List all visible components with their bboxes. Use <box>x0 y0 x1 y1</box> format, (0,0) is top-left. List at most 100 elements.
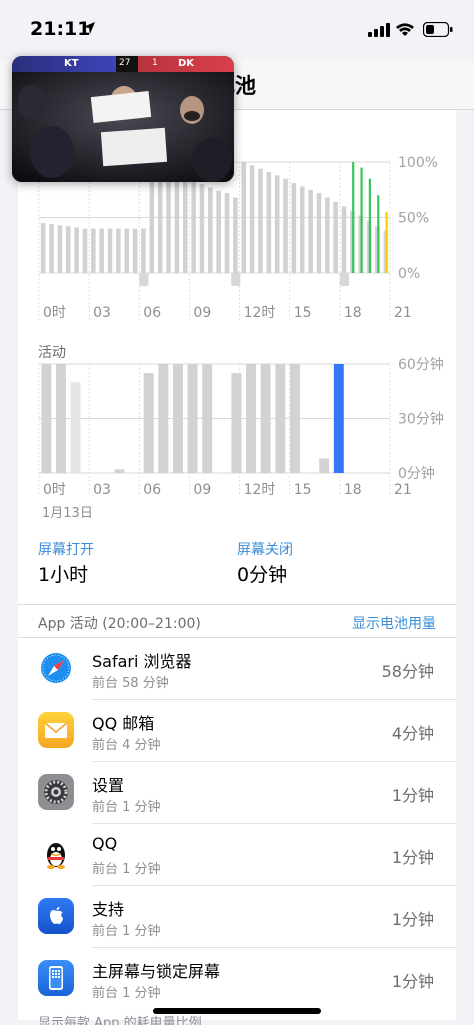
charging-marker <box>139 273 149 286</box>
app-detail: 前台 58 分钟 <box>92 676 169 691</box>
battery-bar-today <box>377 195 380 273</box>
mail-icon <box>38 712 74 748</box>
battery-bar <box>325 197 330 273</box>
home-indicator[interactable] <box>153 1008 321 1014</box>
battery-bar <box>141 228 146 273</box>
x-tick-label: 21 <box>394 482 412 498</box>
battery-bar <box>91 228 96 273</box>
battery-bar <box>266 171 272 273</box>
activity-bar <box>202 364 213 473</box>
app-name: 主屏幕与锁定屏幕 <box>92 962 221 981</box>
battery-bar <box>199 184 205 273</box>
app-name: QQ 邮箱 <box>92 714 155 733</box>
battery-bar <box>233 197 238 273</box>
app-row-qq[interactable]: QQ 前台 1 分钟 1分钟 <box>18 824 456 886</box>
activity-bar <box>231 373 242 473</box>
battery-bar <box>40 223 46 273</box>
app-row-qq-mail[interactable]: QQ 邮箱 前台 4 分钟 4分钟 <box>18 700 456 762</box>
battery-bar-today <box>352 162 355 273</box>
battery-bar <box>166 170 171 273</box>
activity-bar <box>70 382 81 473</box>
x-tick-label: 09 <box>193 482 211 498</box>
home-screen-icon <box>38 960 74 996</box>
battery-bar <box>82 228 88 273</box>
app-detail: 前台 1 分钟 <box>92 800 161 815</box>
activity-bar <box>55 364 66 473</box>
activity-bar <box>275 364 286 473</box>
battery-card: 100% 50% 0% 0时 03 06 09 12时 15 18 21 活动 60分钟 30分钟 0… <box>18 110 456 1020</box>
x-tick-label: 21 <box>394 305 412 321</box>
app-row-support[interactable]: 支持 前台 1 分钟 1分钟 <box>18 886 456 948</box>
x-tick-label: 15 <box>294 305 312 321</box>
battery-bar <box>249 165 255 273</box>
x-tick-label: 15 <box>294 482 312 498</box>
y-tick-label: 100% <box>398 155 438 171</box>
app-row-safari[interactable]: Safari 浏览器 前台 58 分钟 58分钟 <box>18 638 456 700</box>
activity-bar <box>114 469 125 473</box>
x-tick-label: 06 <box>143 305 161 321</box>
app-detail: 前台 1 分钟 <box>92 862 161 877</box>
x-tick-label: 12时 <box>244 482 276 498</box>
x-tick-label: 03 <box>93 305 111 321</box>
battery-bar <box>274 175 280 273</box>
x-tick-label: 03 <box>93 482 111 498</box>
app-row-home-lock-screen[interactable]: 主屏幕与锁定屏幕 前台 1 分钟 1分钟 <box>18 948 456 1010</box>
battery-bar <box>291 183 297 273</box>
team-left-score: 27 <box>119 58 131 68</box>
app-time: 58分钟 <box>381 662 434 681</box>
qq-penguin-icon <box>38 836 74 872</box>
battery-bar-today <box>360 167 363 273</box>
activity-bar <box>187 364 198 473</box>
activity-date: 1月13日 <box>42 506 93 521</box>
safari-icon <box>38 650 74 686</box>
battery-bar <box>208 187 213 273</box>
battery-bar <box>299 186 305 273</box>
battery-bar <box>116 228 121 273</box>
x-tick-label: 0时 <box>43 305 66 321</box>
activity-bar <box>319 458 330 473</box>
location-arrow-icon <box>83 22 95 34</box>
activity-bar <box>143 373 154 473</box>
battery-bar <box>283 178 288 273</box>
activity-bar <box>333 364 344 473</box>
app-name: 支持 <box>92 900 125 919</box>
battery-bar <box>65 226 71 273</box>
video-frame <box>12 72 234 182</box>
app-name: Safari 浏览器 <box>92 652 192 671</box>
team-right-name: DK <box>178 58 195 69</box>
battery-bar <box>49 224 54 273</box>
x-tick-label: 18 <box>344 482 362 498</box>
scoreboard: KT 27 1 DK <box>12 56 234 72</box>
battery-icon <box>423 22 453 37</box>
activity-bar <box>172 364 183 473</box>
y-tick-label: 50% <box>398 211 429 227</box>
battery-bar <box>258 168 263 273</box>
x-tick-label: 06 <box>143 482 161 498</box>
activity-bar <box>289 364 300 473</box>
show-battery-usage-button[interactable]: 显示电池用量 <box>352 613 436 633</box>
battery-bar <box>174 173 180 273</box>
x-tick-label: 09 <box>193 305 211 321</box>
battery-bar <box>224 193 230 273</box>
battery-bar <box>74 227 79 273</box>
fan-sign <box>100 127 168 167</box>
pip-video-player[interactable]: KT 27 1 DK <box>12 56 234 182</box>
battery-bar-today <box>385 211 388 273</box>
app-time: 1分钟 <box>391 972 434 991</box>
app-time: 1分钟 <box>391 786 434 805</box>
battery-bar <box>191 179 196 273</box>
battery-bar-today <box>368 178 372 273</box>
screen-on-value: 1小时 <box>38 564 89 586</box>
battery-bar <box>99 228 104 273</box>
x-tick-label: 18 <box>344 305 362 321</box>
y-tick-label: 30分钟 <box>398 411 444 428</box>
team-right-score: 1 <box>152 58 158 68</box>
wifi-icon <box>396 23 414 36</box>
y-tick-label: 60分钟 <box>398 356 444 373</box>
app-row-settings[interactable]: 设置 前台 1 分钟 1分钟 <box>18 762 456 824</box>
battery-bar <box>124 228 130 273</box>
screen-off-value: 0分钟 <box>237 564 288 586</box>
battery-bar <box>132 228 138 273</box>
settings-gear-icon <box>38 774 74 810</box>
activity-bar <box>260 364 271 473</box>
